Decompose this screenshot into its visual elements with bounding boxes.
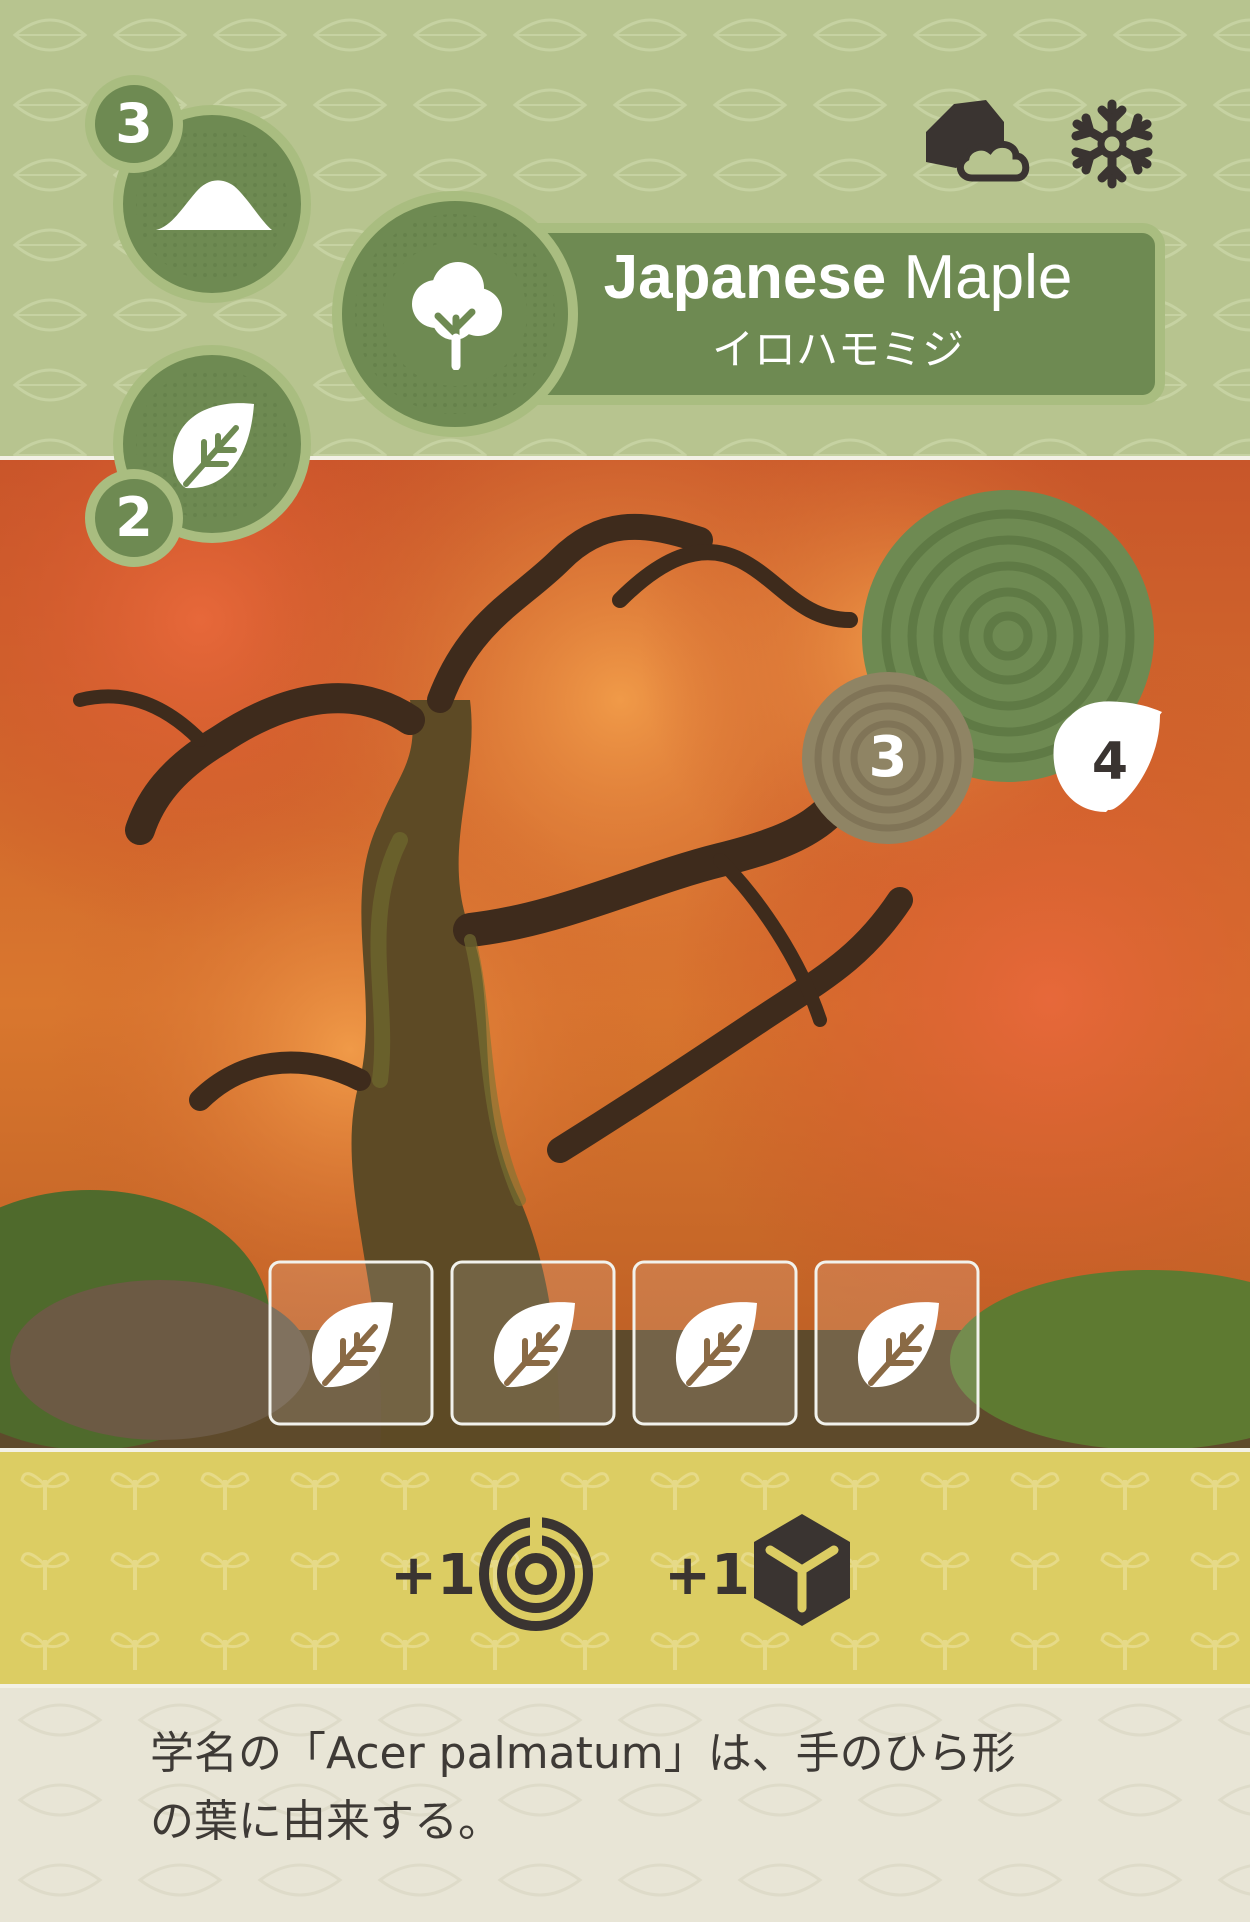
card-title-regular: Maple	[903, 243, 1073, 312]
reward-1-label: +1	[390, 1543, 476, 1608]
tree-icon	[412, 262, 502, 370]
card: 3 2 Japanese Maple イロハモミジ 3 4 +1 +1 学名の「…	[0, 0, 1250, 1922]
mountain-icon	[156, 180, 272, 230]
leaf-slot-3-icon	[675, 1302, 757, 1388]
snowflake-icon	[1071, 99, 1153, 189]
reward-2-label: +1	[664, 1543, 750, 1608]
cube-icon	[754, 1514, 850, 1626]
ring-value: 3	[868, 725, 908, 790]
flavor-text-line-2: の葉に由来する。	[150, 1796, 502, 1847]
tree-rings-icon	[479, 1514, 593, 1631]
flavor-text-line-1: 学名の「Acer palmatum」は、手のひら形	[150, 1728, 1016, 1779]
card-title: Japanese Maple	[548, 238, 1128, 318]
japanese-maple-photo	[0, 460, 1250, 1450]
rock-cloud-icon	[926, 100, 1030, 182]
leaf-slot-2-icon	[493, 1302, 575, 1388]
leaf-slot-4-icon	[857, 1302, 939, 1388]
leaf-slot-1-icon	[311, 1302, 393, 1388]
leaf-points-value: 4	[1091, 732, 1129, 792]
cost-value: 3	[115, 92, 153, 155]
card-title-japanese: イロハモミジ	[711, 325, 964, 374]
card-title-bold: Japanese	[603, 243, 887, 312]
